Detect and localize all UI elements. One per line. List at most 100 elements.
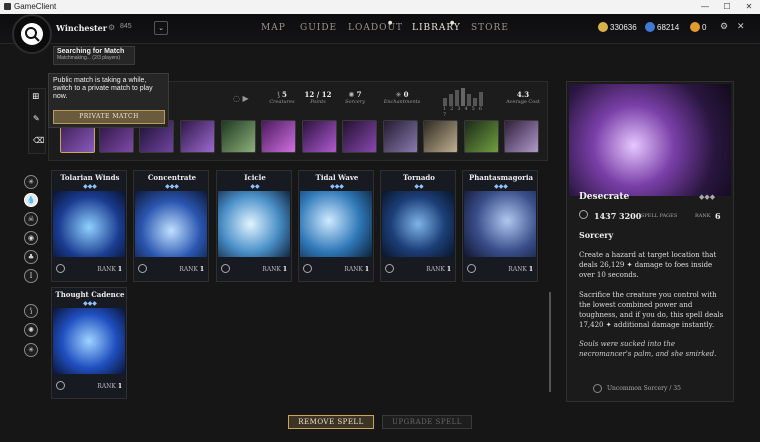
maximize-button[interactable]: ☐ <box>716 0 738 14</box>
card-rank: RANK 1 <box>344 266 369 273</box>
nav-loadout[interactable]: LOADOUT <box>348 23 403 33</box>
curve-bar <box>467 94 471 106</box>
sorcery-stat: ✺ 7 Sorcery <box>339 90 371 105</box>
rank-label: RANK <box>97 383 116 390</box>
nav-store[interactable]: STORE <box>471 23 509 33</box>
filter-sorcery-icon[interactable]: ✺ <box>24 323 38 337</box>
spell-rank-value: 6 <box>715 211 721 221</box>
deck-card-thumb[interactable] <box>504 120 539 153</box>
spell-card[interactable]: Thought Cadence ◆◆◆ RANK 1 <box>51 287 127 399</box>
app-icon <box>4 3 11 10</box>
window-title: GameClient <box>14 2 57 11</box>
card-name: Phantasmagoria <box>468 173 534 182</box>
spell-detail-cost: ◆◆◆ <box>699 193 716 201</box>
filter-fire-icon[interactable]: ◉ <box>24 231 38 245</box>
creatures-value: 5 <box>282 90 287 99</box>
spell-card[interactable]: Tolarian Winds ◆◆◆ RANK 1 <box>51 170 127 282</box>
card-cost: ◆◆◆ <box>165 183 179 190</box>
delete-icon[interactable]: ⌫ <box>33 136 44 145</box>
card-art <box>300 191 372 257</box>
gold-amount: 330636 <box>610 23 637 32</box>
spell-detail-art <box>569 84 731 196</box>
upgrade-spell-button[interactable]: UPGRADE SPELL <box>382 415 472 429</box>
filter-enchantment-icon[interactable]: ✳ <box>24 343 38 357</box>
close-client-icon[interactable]: ✕ <box>737 22 745 32</box>
filter-death-icon[interactable]: ☠ <box>24 212 38 226</box>
private-match-tooltip: Public match is taking a while, switch t… <box>48 73 169 128</box>
spell-detail-name: Desecrate <box>579 192 630 202</box>
player-name: Winchester <box>56 23 107 33</box>
deck-card-thumb[interactable] <box>261 120 296 153</box>
close-window-button[interactable]: ✕ <box>738 0 760 14</box>
deck-card-thumb[interactable] <box>423 120 458 153</box>
add-icon[interactable]: ⊞ <box>32 92 40 102</box>
filter-creatures-icon[interactable]: ⟆ <box>24 304 38 318</box>
creatures-icon: ⟆ <box>277 91 280 99</box>
profile-dropdown-button[interactable]: ⌄ <box>154 21 168 35</box>
remove-spell-button[interactable]: REMOVE SPELL <box>288 415 374 429</box>
enchantment-icon: ✳ <box>395 91 402 99</box>
card-rank: RANK 1 <box>426 266 451 273</box>
rank-value: 1 <box>364 266 369 273</box>
rank-label: RANK <box>262 266 281 273</box>
card-rank: RANK 1 <box>97 266 122 273</box>
rank-label: RANK <box>344 266 363 273</box>
gem-amount: 68214 <box>657 23 680 32</box>
nav-map[interactable]: MAP <box>261 23 286 33</box>
sorcery-value: 7 <box>356 90 362 99</box>
matchmaking-title: Searching for Match <box>57 48 125 55</box>
settings-gear-icon[interactable]: ⚙ <box>720 22 728 32</box>
deck-card-thumb[interactable] <box>342 120 377 153</box>
spell-card[interactable]: Concentrate ◆◆◆ RANK 1 <box>133 170 209 282</box>
card-cost: ◆◆◆ <box>494 183 508 190</box>
minimize-button[interactable]: — <box>694 0 716 14</box>
spell-pages-current: 1437 <box>594 211 617 221</box>
enchant-value: 0 <box>403 90 409 99</box>
level-icon: ⚙ <box>108 23 116 32</box>
rank-up-icon <box>56 381 65 390</box>
spell-rank-label: RANK <box>695 213 711 219</box>
filter-nature-icon[interactable]: ♣ <box>24 250 38 264</box>
rank-value: 1 <box>528 266 533 273</box>
loadout-badge: ● <box>388 20 393 26</box>
card-list-scrollbar[interactable] <box>549 292 551 392</box>
matchmaking-search-button[interactable] <box>12 14 52 54</box>
card-cost: ◆◆◆ <box>83 183 97 190</box>
rank-up-icon <box>56 264 65 273</box>
filter-neutral-icon[interactable]: Ⅰ <box>24 269 38 283</box>
mana-curve-chart: 1 2 3 4 5 6 7 <box>443 88 487 118</box>
filter-water-icon[interactable]: 💧 <box>24 193 38 207</box>
card-name: Icicle <box>244 173 266 182</box>
curve-bar <box>443 98 447 106</box>
nav-guide[interactable]: GUIDE <box>300 23 337 33</box>
card-art <box>53 308 125 374</box>
deck-card-thumb[interactable] <box>221 120 256 153</box>
gold-coin-icon <box>598 22 608 32</box>
creatures-stat: ⟆ 5 Creatures <box>265 90 299 105</box>
spell-card[interactable]: Tornado ◆◆ RANK 1 <box>380 170 456 282</box>
deck-card-thumb[interactable] <box>180 120 215 153</box>
creatures-label: Creatures <box>269 99 295 105</box>
spell-flavor-text: Souls were sucked into the necromancer's… <box>579 340 717 358</box>
rank-value: 1 <box>282 266 287 273</box>
curve-bar <box>473 98 477 106</box>
deck-nav-arrow-icon[interactable]: ◌ ▶ <box>233 94 249 103</box>
tooltip-message: Public match is taking a while, switch t… <box>53 77 153 100</box>
edit-icon[interactable]: ✎ <box>33 114 40 123</box>
deck-card-thumb[interactable] <box>302 120 337 153</box>
card-art <box>218 191 290 257</box>
library-badge: ● <box>450 20 455 26</box>
enchant-label: Enchantments <box>383 99 421 105</box>
rank-label: RANK <box>97 266 116 273</box>
spell-card[interactable]: Icicle ◆◆ RANK 1 <box>216 170 292 282</box>
card-cost: ◆◆◆ <box>330 183 344 190</box>
deck-card-thumb[interactable] <box>383 120 418 153</box>
deck-card-thumb[interactable] <box>464 120 499 153</box>
spell-card[interactable]: Phantasmagoria ◆◆◆ RANK 1 <box>462 170 538 282</box>
spell-card[interactable]: Tidal Wave ◆◆◆ RANK 1 <box>298 170 374 282</box>
top-navigation-bar: Winchester ⚙ 845 ⌄ MAP GUIDE LOADOUT LIB… <box>0 14 760 55</box>
private-match-button[interactable]: PRIVATE MATCH <box>53 110 165 124</box>
rank-label: RANK <box>179 266 198 273</box>
filter-air-icon[interactable]: ✳ <box>24 175 38 189</box>
card-name: Tolarian Winds <box>60 173 120 182</box>
